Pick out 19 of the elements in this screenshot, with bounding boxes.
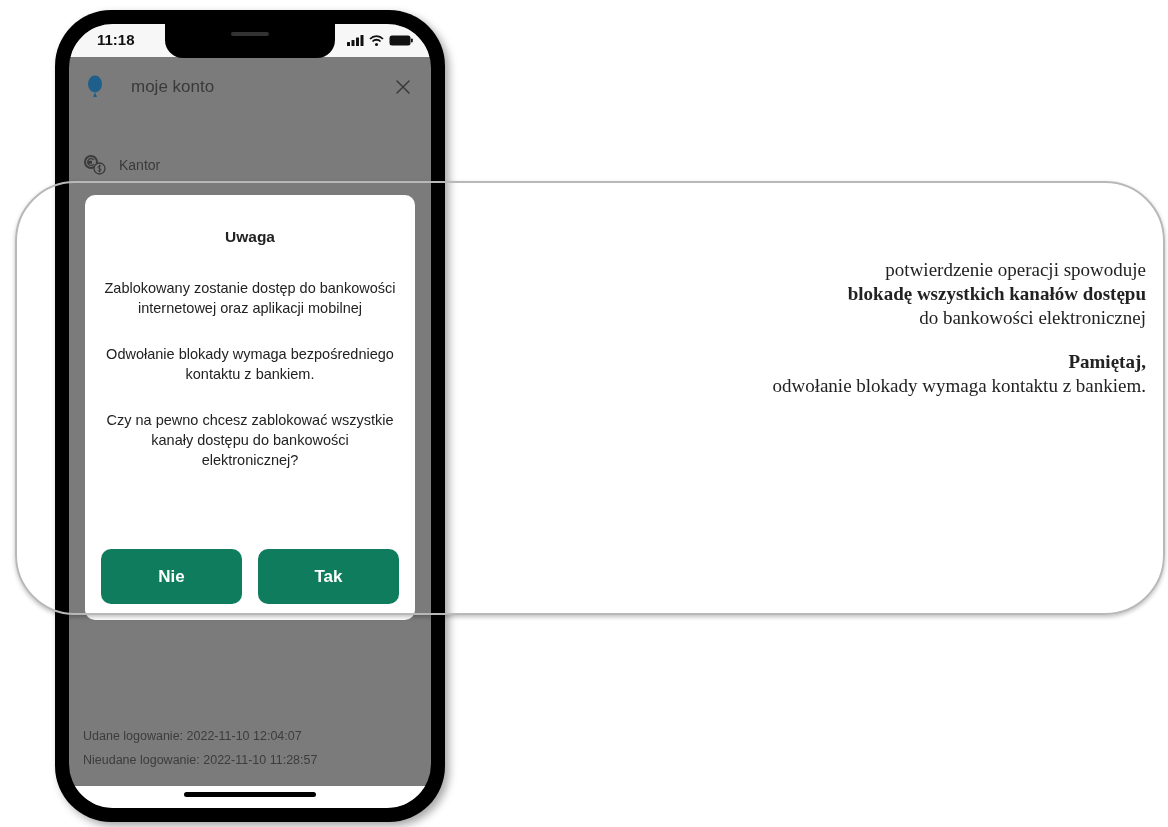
callout-text: potwierdzenie operacji spowoduje blokadę wszystkich kanałów dostępu do bankowości elektronicznej [847,258,1146,330]
dialog-button[interactable]: Nie [101,549,242,604]
dialog-button[interactable]: Tak [258,549,399,604]
balloon-icon [87,75,103,99]
battery-icon [389,35,413,46]
login-info-text: Nieudane logowanie: 2022-11-10 11:28:57 [83,752,319,770]
header-title: moje konto [131,76,215,99]
dialog-message: Czy na pewno chcesz zablokować wszystkie kanały dostępu do bankowości elektronicznej? [105,411,395,471]
dialog-title: Uwaga [225,227,275,247]
dialog-message: Odwołanie blokady wymaga bezpośredniego kontaktu z bankiem. [105,345,395,385]
speaker-grille [231,32,269,36]
callout-text: Pamiętaj, odwołanie blokady wymaga kontaktu z bankiem. [772,350,1146,398]
status-time: 11:18 [97,30,135,51]
login-info-text: Udane logowanie: 2022-11-10 12:04:07 [83,727,303,745]
signal-icon [347,35,364,46]
dialog-message: Zablokowany zostanie dostęp do bankowości internetowej oraz aplikacji mobilnej [103,279,397,319]
wifi-icon [369,35,384,46]
menu-item[interactable]: Kantor [69,140,431,190]
currency-exchange-icon [83,154,107,176]
